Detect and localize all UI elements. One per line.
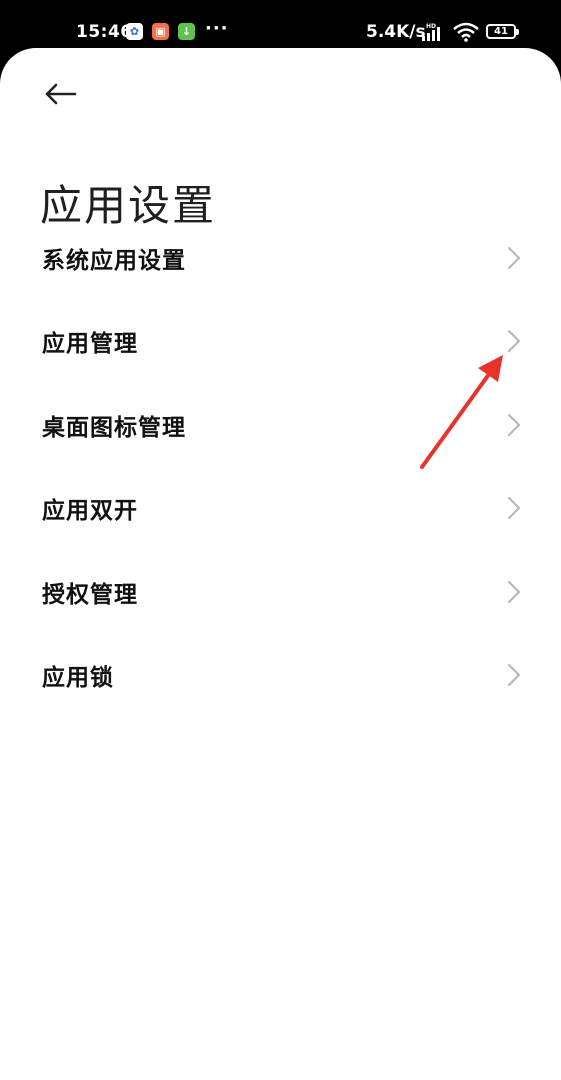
settings-item-app-management[interactable]: 应用管理 [0,300,561,384]
wifi-icon [452,22,480,46]
signal-hd-label: HD [426,23,436,30]
settings-item-label: 系统应用设置 [42,247,186,274]
settings-item-system-apps[interactable]: 系统应用设置 [0,216,561,300]
settings-item-label: 授权管理 [42,581,138,608]
settings-screen: 应用设置 系统应用设置 应用管理 桌面图标管理 应用双开 授权管理 应用锁 [0,48,561,1080]
settings-item-label: 应用管理 [42,331,138,358]
back-button[interactable] [38,76,82,112]
settings-item-permissions[interactable]: 授权管理 [0,550,561,634]
chevron-right-icon [508,246,521,269]
settings-item-label: 应用双开 [42,498,138,525]
settings-list: 系统应用设置 应用管理 桌面图标管理 应用双开 授权管理 应用锁 [0,216,561,717]
chevron-right-icon [508,664,521,687]
network-speed: 5.4K/s [366,22,426,42]
chevron-right-icon [508,497,521,520]
chevron-right-icon [508,580,521,603]
back-arrow-icon [45,83,77,105]
status-time: 15:46 [76,22,133,42]
settings-item-dual-apps[interactable]: 应用双开 [0,467,561,551]
baidu-icon: ✿ [126,23,143,40]
download-icon: ↓ [178,23,195,40]
chevron-right-icon [508,330,521,353]
settings-item-label: 桌面图标管理 [42,414,186,441]
settings-item-label: 应用锁 [42,665,114,692]
shopping-icon: ▣ [152,23,169,40]
settings-item-desktop-icons[interactable]: 桌面图标管理 [0,383,561,467]
signal-icon: HD [420,22,446,46]
battery-icon: 41 [486,24,519,39]
chevron-right-icon [508,413,521,436]
more-notifications-icon: ··· [205,18,229,39]
settings-item-app-lock[interactable]: 应用锁 [0,634,561,718]
